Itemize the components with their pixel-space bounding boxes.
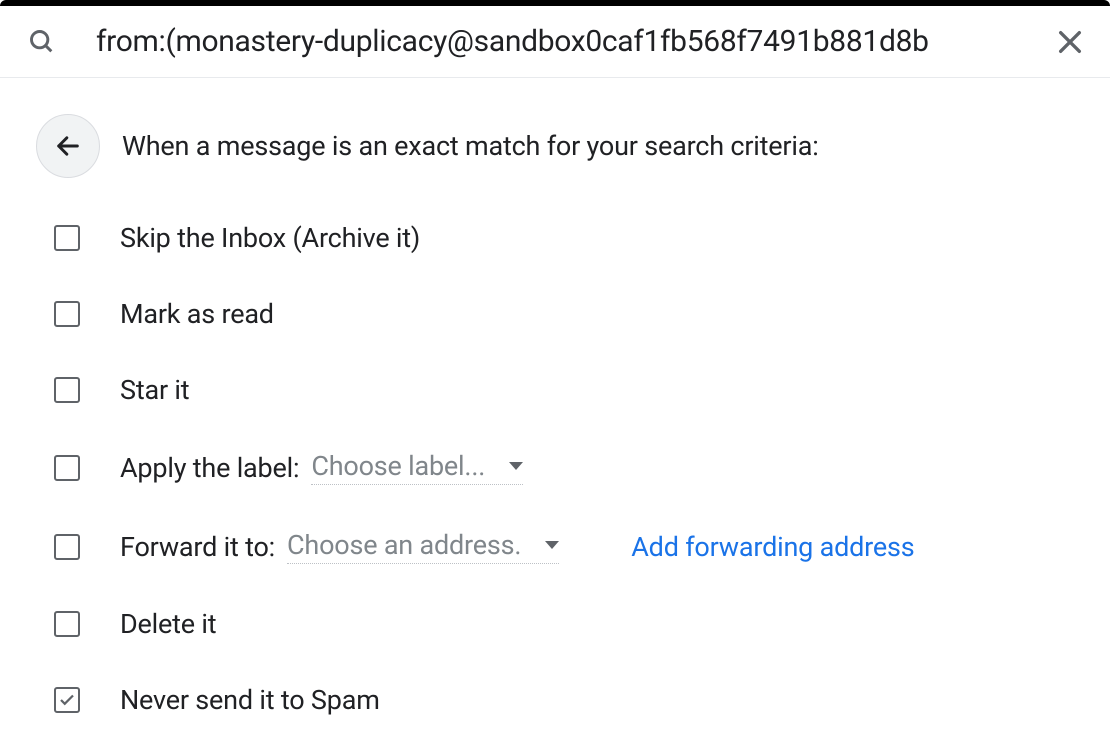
checkbox-mark-read[interactable] bbox=[54, 301, 80, 327]
checkmark-icon bbox=[58, 691, 76, 709]
search-bar bbox=[0, 6, 1110, 78]
checkbox-skip-inbox[interactable] bbox=[54, 225, 80, 251]
checkbox-star[interactable] bbox=[54, 377, 80, 403]
option-apply-label: Apply the label: Choose label... bbox=[36, 450, 1082, 485]
dropdown-choose-label-text: Choose label... bbox=[311, 450, 485, 482]
arrow-left-icon bbox=[54, 132, 82, 160]
search-input[interactable] bbox=[96, 24, 1034, 59]
label-skip-inbox: Skip the Inbox (Archive it) bbox=[120, 222, 420, 254]
option-never-spam: Never send it to Spam bbox=[36, 684, 1082, 716]
label-apply-label: Apply the label: bbox=[120, 452, 299, 484]
filter-actions-panel: When a message is an exact match for you… bbox=[0, 78, 1110, 716]
chevron-down-icon bbox=[545, 541, 559, 549]
option-mark-read: Mark as read bbox=[36, 298, 1082, 330]
chevron-down-icon bbox=[509, 462, 523, 470]
option-forward: Forward it to: Choose an address. Add fo… bbox=[36, 529, 1082, 564]
dropdown-choose-address-text: Choose an address. bbox=[287, 529, 521, 561]
back-button[interactable] bbox=[36, 114, 100, 178]
dropdown-choose-address[interactable]: Choose an address. bbox=[287, 529, 559, 564]
label-delete: Delete it bbox=[120, 608, 216, 640]
checkbox-apply-label[interactable] bbox=[54, 455, 80, 481]
header-row: When a message is an exact match for you… bbox=[36, 114, 1082, 178]
checkbox-forward[interactable] bbox=[54, 534, 80, 560]
option-delete: Delete it bbox=[36, 608, 1082, 640]
label-forward: Forward it to: bbox=[120, 531, 275, 563]
label-star: Star it bbox=[120, 374, 189, 406]
checkbox-never-spam[interactable] bbox=[54, 687, 80, 713]
search-icon bbox=[28, 28, 56, 56]
label-mark-read: Mark as read bbox=[120, 298, 274, 330]
add-forwarding-address-link[interactable]: Add forwarding address bbox=[631, 531, 914, 563]
dropdown-choose-label[interactable]: Choose label... bbox=[311, 450, 523, 485]
option-star: Star it bbox=[36, 374, 1082, 406]
clear-icon[interactable] bbox=[1054, 26, 1086, 58]
checkbox-delete[interactable] bbox=[54, 611, 80, 637]
label-never-spam: Never send it to Spam bbox=[120, 684, 380, 716]
header-text: When a message is an exact match for you… bbox=[122, 130, 819, 162]
option-skip-inbox: Skip the Inbox (Archive it) bbox=[36, 222, 1082, 254]
